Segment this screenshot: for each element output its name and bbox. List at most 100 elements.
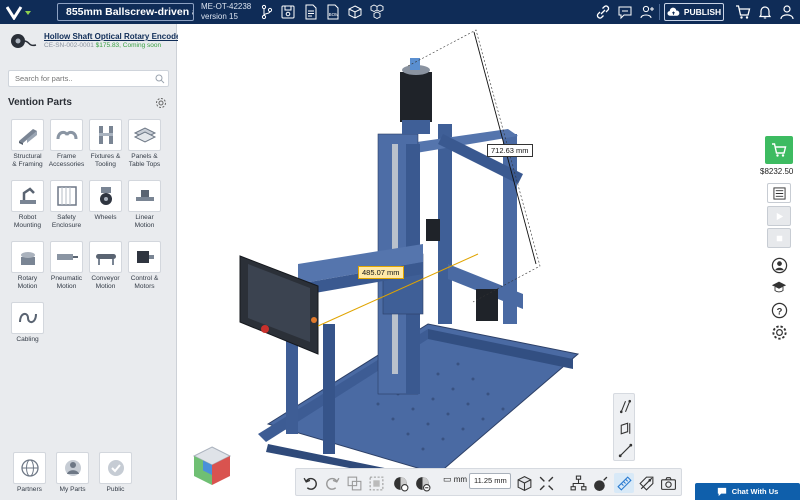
featured-part-number: CE-SN-002-0001 bbox=[44, 42, 94, 49]
library-partners[interactable]: Partners bbox=[8, 452, 51, 500]
category-linear-motion[interactable]: Linear Motion bbox=[125, 180, 164, 233]
bom-list-button[interactable] bbox=[767, 183, 791, 203]
featured-part-name[interactable]: Hollow Shaft Optical Rotary Encoder bbox=[44, 32, 184, 41]
view-cube[interactable] bbox=[190, 443, 234, 487]
category-pneumatic-motion[interactable]: Pneumatic Motion bbox=[47, 241, 86, 294]
category-label: Conveyor Motion bbox=[91, 275, 120, 290]
cube-export-icon[interactable] bbox=[346, 3, 364, 21]
expert-help-icon[interactable] bbox=[769, 255, 789, 275]
parts-search-input[interactable] bbox=[8, 70, 169, 87]
linear-motion-icon bbox=[135, 190, 154, 201]
settings-gear-icon[interactable] bbox=[769, 322, 789, 342]
stop-simulation-button[interactable] bbox=[767, 228, 791, 248]
snap-increment-select[interactable]: 11.25 mm bbox=[469, 473, 511, 489]
category-structural-framing[interactable]: Structural & Framing bbox=[8, 119, 47, 172]
category-robot-mounting[interactable]: Robot Mounting bbox=[8, 180, 47, 233]
emergency-stop bbox=[261, 325, 269, 333]
redo-icon[interactable] bbox=[322, 473, 342, 493]
globe-icon bbox=[20, 459, 39, 477]
featured-part-status: Coming soon bbox=[122, 42, 162, 49]
rotary-motion-icon bbox=[20, 252, 35, 265]
dimension-label-highlighted[interactable]: 485.07 mm bbox=[358, 266, 404, 279]
category-wheels[interactable]: Wheels bbox=[86, 180, 125, 233]
my-parts-icon bbox=[64, 460, 81, 476]
design-version[interactable]: version 15 bbox=[201, 12, 238, 22]
bom-icon[interactable]: BOM bbox=[324, 3, 342, 21]
physics-icon[interactable] bbox=[590, 473, 610, 493]
frame-accessories-icon bbox=[56, 130, 77, 140]
category-safety-enclosure[interactable]: Safety Enclosure bbox=[47, 180, 86, 233]
category-label: Cabling bbox=[16, 336, 39, 343]
chat-with-us-button[interactable]: Chat With Us bbox=[695, 483, 800, 500]
category-label: Panels & Table Tops bbox=[128, 153, 161, 168]
help-icon[interactable]: ? bbox=[769, 300, 789, 320]
measure-tool-icon[interactable] bbox=[614, 473, 634, 493]
isolate-icon[interactable] bbox=[412, 473, 432, 493]
divider bbox=[659, 4, 660, 20]
parallel-measure-icon[interactable] bbox=[615, 396, 635, 416]
distance-measure-icon[interactable] bbox=[615, 440, 635, 460]
add-to-cart-button[interactable] bbox=[765, 136, 793, 164]
bell-icon[interactable] bbox=[756, 3, 774, 21]
vention-logo-icon[interactable] bbox=[5, 4, 36, 21]
play-simulation-button[interactable] bbox=[767, 206, 791, 226]
category-label: Robot Mounting bbox=[13, 214, 42, 229]
save-icon[interactable] bbox=[279, 3, 297, 21]
featured-part[interactable]: Hollow Shaft Optical Rotary Encoder CE-S… bbox=[0, 24, 184, 58]
library-my-parts[interactable]: My Parts bbox=[51, 452, 94, 500]
pendant-indicator bbox=[311, 317, 317, 323]
category-label: Structural & Framing bbox=[12, 153, 43, 168]
add-user-icon[interactable] bbox=[638, 3, 656, 21]
branch-icon[interactable] bbox=[258, 3, 276, 21]
gear-icon[interactable] bbox=[155, 97, 167, 109]
category-frame-accessories[interactable]: Frame Accessories bbox=[47, 119, 86, 172]
hierarchy-icon[interactable] bbox=[568, 473, 588, 493]
group-select-icon[interactable] bbox=[366, 473, 386, 493]
stop-icon bbox=[776, 235, 782, 241]
undo-icon[interactable] bbox=[300, 473, 320, 493]
category-panels[interactable]: Panels & Table Tops bbox=[125, 119, 164, 172]
library-label: My Parts bbox=[59, 486, 86, 493]
top-bar: 855mm Ballscrew-driven aut... ME-OT-4223… bbox=[0, 0, 800, 24]
library-public[interactable]: Public bbox=[94, 452, 137, 500]
account-icon[interactable] bbox=[778, 3, 796, 21]
camera-icon[interactable] bbox=[658, 473, 678, 493]
graduation-cap-icon[interactable] bbox=[769, 277, 789, 297]
category-conveyor-motion[interactable]: Conveyor Motion bbox=[86, 241, 125, 294]
document-icon[interactable] bbox=[302, 3, 320, 21]
link-icon[interactable] bbox=[594, 3, 612, 21]
height-measure-icon[interactable] bbox=[615, 418, 635, 438]
category-control-motors[interactable]: Control & Motors bbox=[125, 241, 164, 294]
assembly-icon[interactable] bbox=[368, 3, 386, 21]
tag-icon[interactable] bbox=[636, 473, 656, 493]
3d-viewport[interactable]: 712.63 mm 485.07 mm bbox=[178, 24, 763, 500]
cart-icon[interactable] bbox=[734, 3, 752, 21]
stepper-motor bbox=[400, 72, 432, 122]
measure-tools bbox=[613, 393, 635, 461]
design-title-field[interactable]: 855mm Ballscrew-driven aut... bbox=[57, 3, 194, 21]
category-rotary-motion[interactable]: Rotary Motion bbox=[8, 241, 47, 294]
publish-button[interactable]: PUBLISH bbox=[664, 3, 724, 21]
play-icon bbox=[776, 212, 783, 220]
frame-leg bbox=[323, 324, 335, 454]
category-grid: Structural & Framing Frame Accessories F… bbox=[8, 119, 172, 355]
featured-part-meta: CE-SN-002-0001 $175.83, Coming soon bbox=[44, 42, 161, 49]
machine-model[interactable] bbox=[178, 24, 763, 500]
copy-icon[interactable] bbox=[344, 473, 364, 493]
category-label: Fixtures & Tooling bbox=[90, 153, 121, 168]
dimension-label[interactable]: 712.63 mm bbox=[487, 144, 533, 157]
panels-icon bbox=[133, 127, 156, 143]
comment-icon[interactable] bbox=[616, 3, 634, 21]
category-label: Linear Motion bbox=[134, 214, 155, 229]
fixtures-tooling-icon bbox=[98, 126, 113, 144]
search-icon[interactable] bbox=[155, 74, 165, 84]
library-row: Partners My Parts Public bbox=[8, 452, 137, 500]
category-fixtures-tooling[interactable]: Fixtures & Tooling bbox=[86, 119, 125, 172]
view-cube-icon[interactable] bbox=[514, 473, 534, 493]
unit-text: mm bbox=[453, 475, 468, 484]
conveyor-motion-icon bbox=[95, 254, 116, 265]
ruler-icon: ▭ bbox=[443, 474, 452, 484]
explode-icon[interactable] bbox=[536, 473, 556, 493]
category-cabling[interactable]: Cabling bbox=[8, 302, 47, 355]
visibility-toggle-icon[interactable] bbox=[390, 473, 410, 493]
